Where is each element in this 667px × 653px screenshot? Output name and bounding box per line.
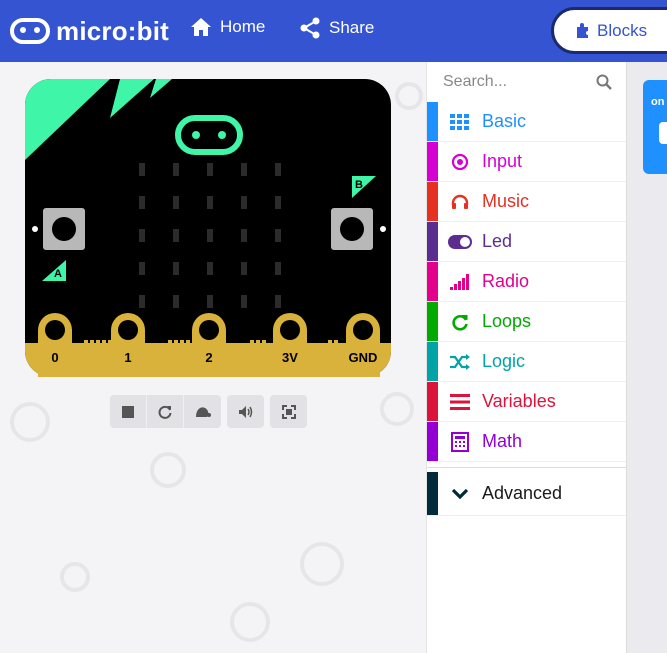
category-logic[interactable]: Logic [427,342,626,382]
share-button[interactable]: Share [299,17,374,39]
home-label: Home [220,17,266,36]
on-block-label: on [651,96,665,108]
list-icon [448,393,472,410]
headphones-icon [448,194,472,210]
pin-3v-label: 3V [282,350,298,365]
toolbox-separator [427,462,626,468]
category-label: Radio [482,271,530,291]
code-workspace[interactable]: on [626,62,667,653]
pin-2[interactable] [192,313,226,377]
logo-text: micro:bit [56,15,170,46]
calculator-icon [448,431,472,452]
puzzle-icon [577,22,588,38]
chevron-down-icon [448,488,472,500]
on-start-block[interactable]: on [643,80,667,174]
simulator-controls [110,395,313,428]
category-label: Math [482,431,523,451]
home-button[interactable]: Home [190,17,265,37]
category-color-stripe [427,382,438,421]
category-color-stripe [427,262,438,301]
background-decoration [230,602,270,642]
button-b-label: B [355,179,363,191]
button-a-label: A [54,268,62,280]
signal-bars-icon [448,273,472,290]
category-advanced[interactable]: Advanced [427,472,626,516]
category-math[interactable]: Math [427,422,626,462]
category-label: Basic [482,111,527,131]
microbit-board[interactable]: 0 1 2 3V GND A B [24,78,394,385]
category-color-stripe [427,182,438,221]
category-music[interactable]: Music [427,182,626,222]
search-icon[interactable] [596,74,612,90]
blocks-editor-button[interactable]: Blocks [551,7,667,54]
block-toolbox: Basic Input Music Led Radio Loops [426,62,627,653]
sound-icon [238,405,252,418]
background-decoration [60,562,90,592]
view-controls [270,395,307,428]
pin-0[interactable] [38,313,72,377]
restart-icon [158,405,172,419]
category-color-stripe [427,302,438,341]
pin-3v[interactable] [273,313,307,377]
shuffle-icon [448,353,472,370]
background-decoration [150,452,186,488]
microbit-logo-icon [10,18,50,44]
share-label: Share [329,18,375,37]
category-radio[interactable]: Radio [427,262,626,302]
top-bar: micro:bit Home Share Blocks [0,0,667,62]
refresh-icon [448,313,472,331]
pin-2-label: 2 [205,350,212,365]
category-color-stripe [427,222,438,261]
category-led[interactable]: Led [427,222,626,262]
category-variables[interactable]: Variables [427,382,626,422]
category-basic[interactable]: Basic [427,102,626,142]
pin-1[interactable] [111,313,145,377]
category-color-stripe [427,102,438,141]
category-color-stripe [427,342,438,381]
stop-button[interactable] [110,395,147,428]
background-decoration [395,82,423,110]
category-label: Input [482,151,523,171]
background-decoration [300,542,344,586]
grid-icon [448,113,472,130]
category-label: Music [482,191,530,211]
microbit-logo[interactable]: micro:bit [10,14,169,48]
pin-1-label: 1 [124,350,131,365]
category-color-stripe [427,142,438,181]
fullscreen-icon [281,404,296,419]
slow-motion-button[interactable] [184,395,221,428]
category-label: Advanced [482,483,563,503]
category-input[interactable]: Input [427,142,626,182]
category-label: Logic [482,351,526,371]
toolbox-search [427,62,627,102]
sound-button[interactable] [227,395,264,428]
sound-controls [227,395,264,428]
simulator-panel: 0 1 2 3V GND A B [0,62,426,653]
toggle-icon [448,234,472,249]
category-label: Loops [482,311,532,331]
input-target-icon [448,153,472,171]
category-label: Led [482,231,513,251]
background-decoration [10,402,50,442]
block-input-slot[interactable] [659,122,667,144]
fullscreen-button[interactable] [270,395,307,428]
pin-0-label: 0 [51,350,58,365]
share-icon [300,17,320,39]
microbit-board-graphic: 0 1 2 3V GND A B [25,79,391,377]
category-loops[interactable]: Loops [427,302,626,342]
stop-icon [122,405,134,418]
slow-motion-icon [195,406,211,417]
home-icon [191,18,211,36]
category-color-stripe [427,422,438,461]
run-controls [110,395,221,428]
background-decoration [380,392,414,426]
category-label: Variables [482,391,556,411]
category-color-stripe [427,472,438,515]
pin-gnd-label: GND [349,350,378,365]
restart-button[interactable] [147,395,184,428]
blocks-label: Blocks [597,20,648,40]
pin-gnd[interactable] [346,313,380,377]
